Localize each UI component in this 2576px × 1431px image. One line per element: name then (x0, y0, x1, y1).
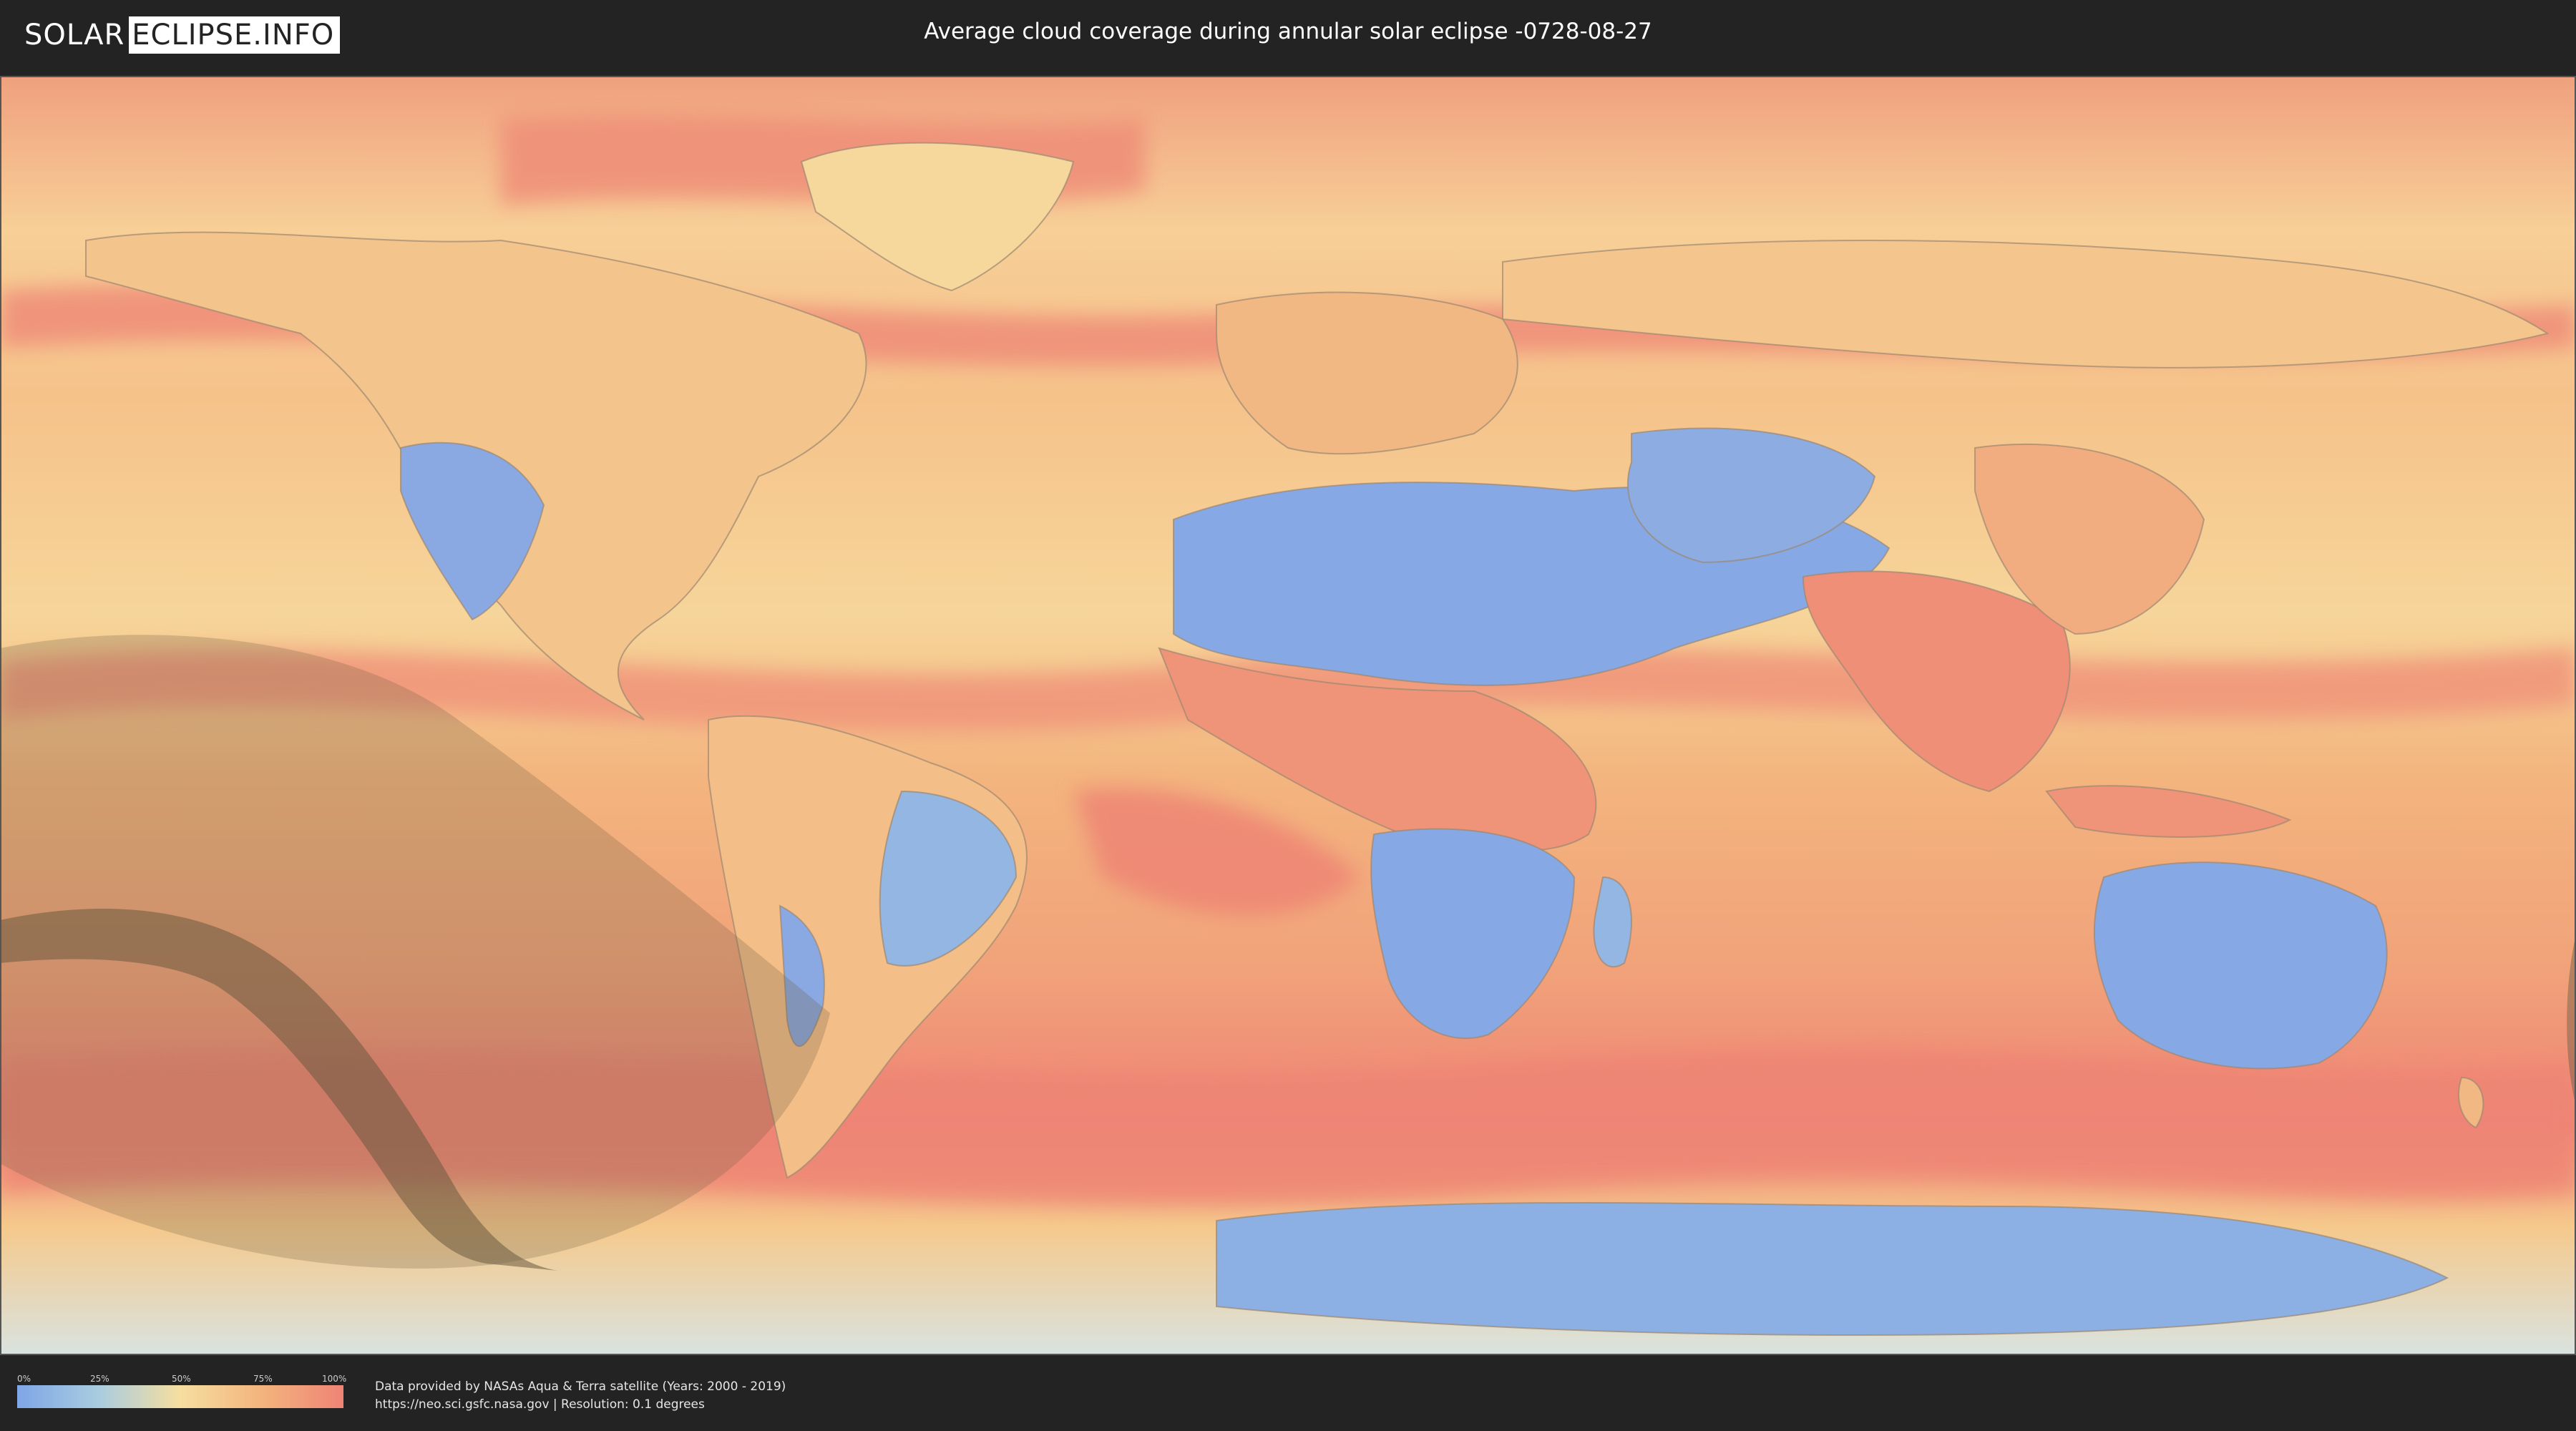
legend-tick-0: 0% (17, 1374, 31, 1384)
legend-tick-50: 50% (172, 1374, 191, 1384)
footer-bar: 0% 25% 50% 75% 100% Data provided by NAS… (0, 1358, 2576, 1431)
legend-tick-75: 75% (253, 1374, 273, 1384)
legend-gradient-bar (17, 1385, 343, 1408)
header-bar: SOLAR ECLIPSE.INFO Average cloud coverag… (0, 0, 2576, 72)
page-title: Average cloud coverage during annular so… (924, 19, 1652, 44)
legend-tick-100: 100% (322, 1374, 347, 1384)
credits-line-url[interactable]: https://neo.sci.gsfc.nasa.gov | Resoluti… (375, 1396, 786, 1414)
credits-line-source: Data provided by NASAs Aqua & Terra sate… (375, 1379, 786, 1394)
data-credits: Data provided by NASAs Aqua & Terra sate… (375, 1378, 786, 1414)
map-canvas (0, 76, 2576, 1355)
cloud-coverage-map[interactable] (0, 76, 2576, 1355)
legend-tick-25: 25% (90, 1374, 109, 1384)
